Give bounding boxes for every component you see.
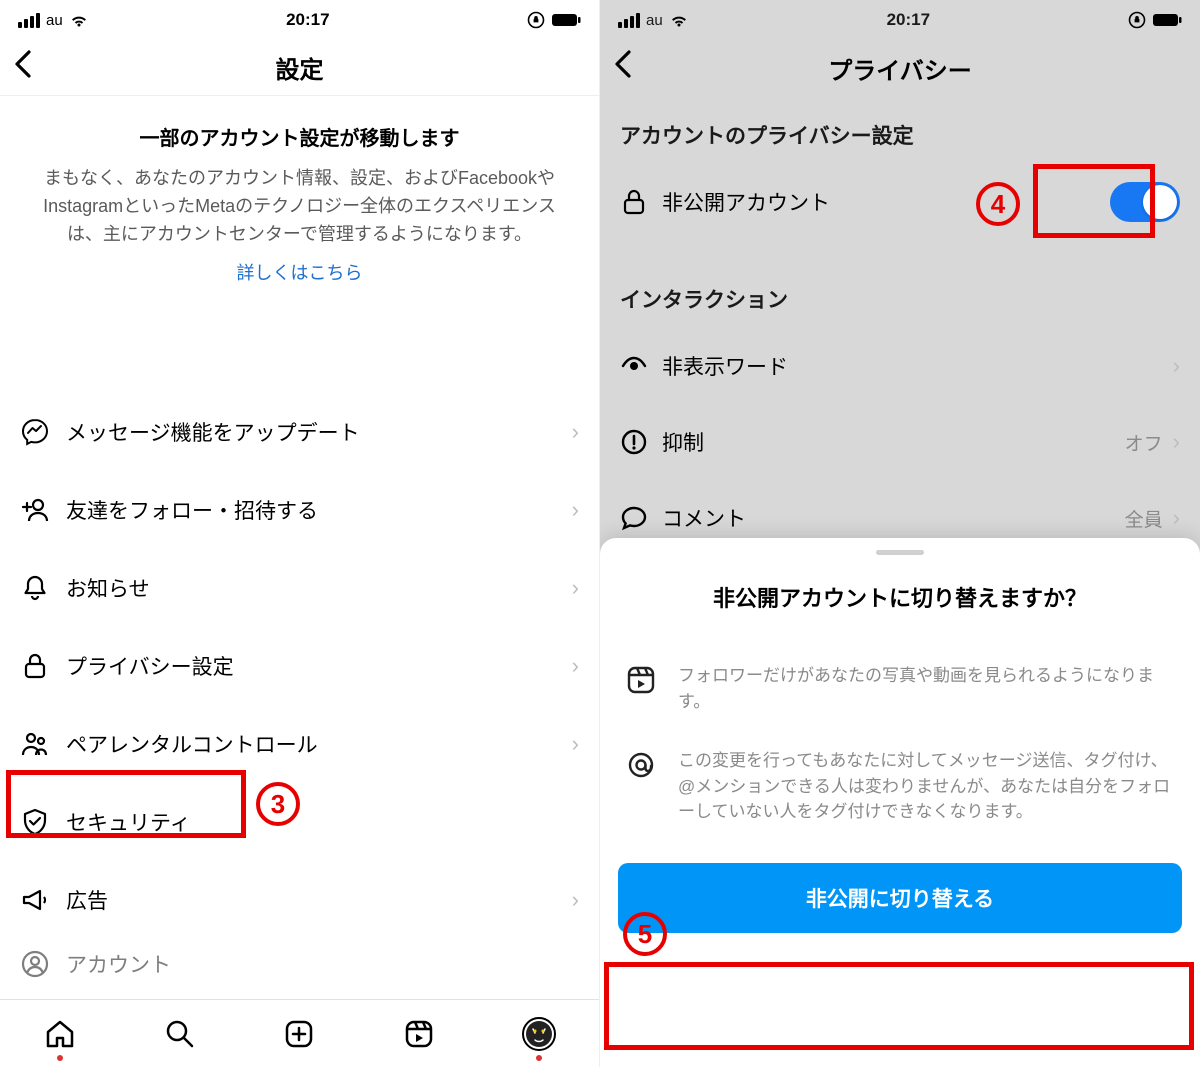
status-time: 20:17 xyxy=(887,10,930,30)
parental-icon xyxy=(20,729,60,759)
interaction-hidden-words[interactable]: 非表示ワード › xyxy=(600,328,1200,404)
chevron-right-icon: › xyxy=(572,653,579,679)
chevron-right-icon: › xyxy=(1173,505,1180,531)
chevron-right-icon: › xyxy=(572,575,579,601)
sheet-row-text: この変更を行ってもあなたに対してメッセージ送信、タグ付け、@メンションできる人は… xyxy=(678,748,1174,825)
sheet-title: 非公開アカウントに切り替えますか？ xyxy=(600,555,1200,653)
list-item-messenger[interactable]: メッセージ機能をアップデート › xyxy=(0,393,599,471)
header: 設定 xyxy=(0,40,599,96)
orientation-lock-icon xyxy=(527,11,545,29)
lock-icon xyxy=(20,651,60,681)
status-bar: au 20:17 xyxy=(0,0,599,40)
interaction-label: 非表示ワード xyxy=(662,351,1173,381)
toggle-knob xyxy=(1143,185,1177,219)
wifi-icon xyxy=(69,12,89,28)
interaction-label: 抑制 xyxy=(662,427,1125,457)
list-item-ads[interactable]: 広告 › xyxy=(0,861,599,939)
sheet-row-2: この変更を行ってもあなたに対してメッセージ送信、タグ付け、@メンションできる人は… xyxy=(600,738,1200,849)
sheet-row-1: フォロワーだけがあなたの写真や動画を見られるようになります。 xyxy=(600,653,1200,738)
megaphone-icon xyxy=(20,885,60,915)
interaction-restrict[interactable]: 抑制 オフ › xyxy=(600,404,1200,480)
chevron-right-icon: › xyxy=(572,887,579,913)
signal-icon xyxy=(618,13,640,28)
list-label: 友達をフォロー・招待する xyxy=(66,495,572,525)
left-phone: au 20:17 設定 一部のアカウント設定が移動します まもなく、あなたのアカ… xyxy=(0,0,600,1067)
status-time: 20:17 xyxy=(286,10,329,30)
section-interaction: インタラクション xyxy=(600,260,1200,328)
list-label: メッセージ機能をアップデート xyxy=(66,417,572,447)
list-label: セキュリティ xyxy=(66,807,579,837)
status-left: au xyxy=(18,12,89,29)
shield-icon xyxy=(20,807,60,837)
status-right xyxy=(1128,11,1182,29)
list-label: ペアレンタルコントロール xyxy=(66,729,572,759)
list-label: 広告 xyxy=(66,885,572,915)
messenger-icon xyxy=(20,417,60,447)
notification-dot xyxy=(536,1055,542,1061)
orientation-lock-icon xyxy=(1128,11,1146,29)
notice-body: まもなく、あなたのアカウント情報、設定、およびFacebookやInstagra… xyxy=(30,165,569,249)
interaction-value: オフ xyxy=(1125,429,1163,456)
notice-link[interactable]: 詳しくはこちら xyxy=(30,259,569,285)
status-bar: au 20:17 xyxy=(600,0,1200,40)
status-right xyxy=(527,11,581,29)
interaction-label: コメント xyxy=(662,503,1125,533)
battery-icon xyxy=(551,13,581,27)
list-item-notifications[interactable]: お知らせ › xyxy=(0,549,599,627)
page-title: プライバシー xyxy=(600,51,1200,86)
list-item-account[interactable]: アカウント xyxy=(0,939,599,989)
reels-icon xyxy=(626,663,660,700)
page-title: 設定 xyxy=(0,50,599,85)
carrier-label: au xyxy=(646,12,663,29)
chevron-right-icon: › xyxy=(572,497,579,523)
chevron-right-icon: › xyxy=(572,419,579,445)
add-user-icon xyxy=(20,495,60,525)
signal-icon xyxy=(18,13,40,28)
wifi-icon xyxy=(669,12,689,28)
tab-profile[interactable] xyxy=(509,1009,569,1059)
tab-create[interactable] xyxy=(269,1009,329,1059)
list-label: お知らせ xyxy=(66,573,572,603)
private-account-toggle[interactable] xyxy=(1110,182,1180,222)
account-icon xyxy=(20,949,60,979)
list-item-privacy[interactable]: プライバシー設定 › xyxy=(0,627,599,705)
section-account-privacy: アカウントのプライバシー設定 xyxy=(600,96,1200,164)
battery-icon xyxy=(1152,13,1182,27)
comment-icon xyxy=(620,504,662,532)
notice-title: 一部のアカウント設定が移動します xyxy=(30,122,569,151)
back-button[interactable] xyxy=(614,50,632,86)
sheet-row-text: フォロワーだけがあなたの写真や動画を見られるようになります。 xyxy=(678,663,1174,714)
list-item-follow-invite[interactable]: 友達をフォロー・招待する › xyxy=(0,471,599,549)
private-account-row: 非公開アカウント xyxy=(600,164,1200,240)
lock-icon xyxy=(620,188,662,216)
bell-icon xyxy=(20,573,60,603)
chevron-right-icon: › xyxy=(572,731,579,757)
header: プライバシー xyxy=(600,40,1200,96)
eye-hidden-icon xyxy=(620,352,662,380)
list-label: アカウント xyxy=(66,949,579,979)
notification-dot xyxy=(57,1055,63,1061)
list-label: プライバシー設定 xyxy=(66,651,572,681)
back-button[interactable] xyxy=(14,50,32,86)
chevron-right-icon: › xyxy=(1173,353,1180,379)
avatar-icon xyxy=(522,1017,556,1051)
tab-search[interactable] xyxy=(150,1009,210,1059)
restrict-icon xyxy=(620,428,662,456)
status-left: au xyxy=(618,12,689,29)
tab-bar xyxy=(0,999,599,1067)
private-account-label: 非公開アカウント xyxy=(662,187,1110,217)
chevron-right-icon: › xyxy=(1173,429,1180,455)
list-item-security[interactable]: セキュリティ xyxy=(0,783,599,861)
carrier-label: au xyxy=(46,12,63,29)
interaction-value: 全員 xyxy=(1125,505,1163,532)
tab-reels[interactable] xyxy=(389,1009,449,1059)
tab-home[interactable] xyxy=(30,1009,90,1059)
list-item-parental[interactable]: ペアレンタルコントロール › xyxy=(0,705,599,783)
switch-private-button[interactable]: 非公開に切り替える xyxy=(618,863,1182,933)
right-phone: au 20:17 プライバシー アカウントのプライバシー設定 非公開アカウント xyxy=(600,0,1200,1067)
notice-card: 一部のアカウント設定が移動します まもなく、あなたのアカウント情報、設定、および… xyxy=(0,96,599,309)
settings-list: メッセージ機能をアップデート › 友達をフォロー・招待する › お知らせ › プ… xyxy=(0,393,599,989)
mention-icon xyxy=(626,748,660,785)
confirm-sheet: 非公開アカウントに切り替えますか？ フォロワーだけがあなたの写真や動画を見られる… xyxy=(600,538,1200,1067)
